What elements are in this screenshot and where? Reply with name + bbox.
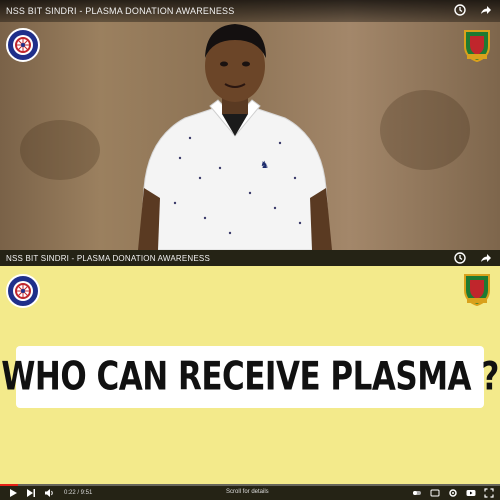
clock-icon[interactable] [454,252,466,264]
title-bar-actions [454,252,492,264]
captions-icon[interactable] [430,488,440,498]
wall-stain [380,90,470,170]
control-row: 0:22 / 9:51 Scroll for details [0,487,500,499]
play-icon[interactable] [8,488,18,498]
question-heading: WHO CAN RECEIVE PLASMA ? [1,354,499,400]
share-icon[interactable] [480,252,492,264]
toggle-icon[interactable] [412,488,422,498]
video-title-bar: NSS BIT SINDRI - PLASMA DONATION AWARENE… [0,0,500,22]
title-bar-actions [454,4,492,16]
bit-sindri-crest [464,30,490,62]
nss-wheel-icon [13,281,33,301]
next-icon[interactable] [26,488,36,498]
nss-logo [6,28,40,62]
nss-logo [6,274,40,308]
speaker-person: ♞ [138,24,332,250]
progress-fill [0,484,19,486]
fullscreen-icon[interactable] [484,488,494,498]
video-frame-question[interactable]: NSS BIT SINDRI - PLASMA DONATION AWARENE… [0,250,500,500]
clock-icon[interactable] [454,4,466,16]
svg-text:♞: ♞ [260,160,269,171]
right-controls [412,487,494,499]
progress-bar[interactable] [0,484,500,486]
nss-wheel-icon [13,35,33,55]
video-title-bar: NSS BIT SINDRI - PLASMA DONATION AWARENE… [0,250,500,266]
share-icon[interactable] [480,4,492,16]
wall-stain [20,120,100,180]
time-display: 0:22 / 9:51 [64,490,93,496]
video-title[interactable]: NSS BIT SINDRI - PLASMA DONATION AWARENE… [6,6,234,16]
video-frame-speaker[interactable]: ♞ NSS BIT SINDRI - PLASMA DONATION AWARE… [0,0,500,250]
gear-icon[interactable] [448,488,458,498]
video-title[interactable]: NSS BIT SINDRI - PLASMA DONATION AWARENE… [6,254,210,263]
player-controls: 0:22 / 9:51 Scroll for details [0,484,500,500]
question-card: WHO CAN RECEIVE PLASMA ? [1,346,499,408]
bit-sindri-crest [464,274,490,306]
scroll-hint[interactable]: Scroll for details [226,489,269,495]
youtube-icon[interactable] [466,488,476,498]
volume-icon[interactable] [44,488,54,498]
